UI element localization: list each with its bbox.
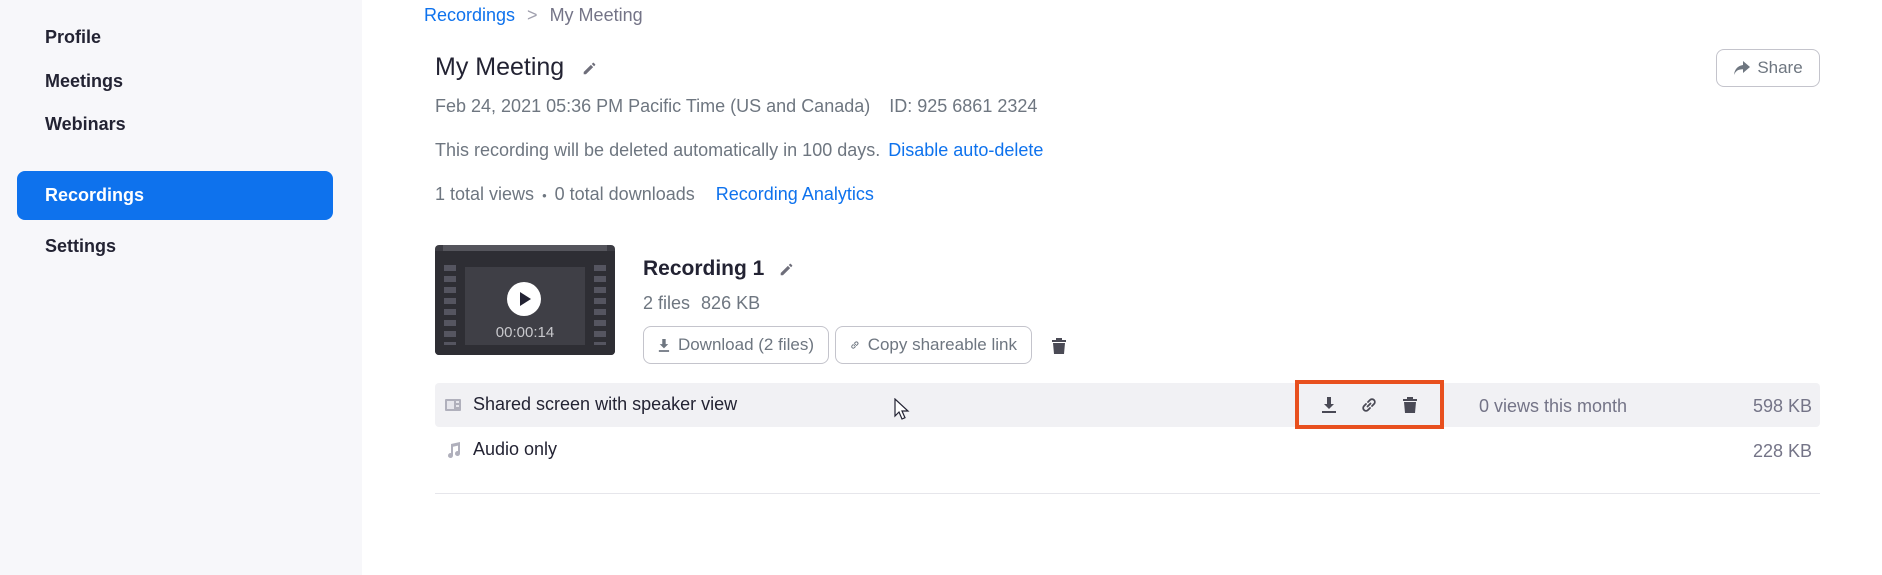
stats-dot: • <box>542 188 547 203</box>
file-views: 0 views this month <box>1479 396 1628 416</box>
share-label: Share <box>1757 58 1803 77</box>
main-content: Recordings > My Meeting My Meeting Share F… <box>362 0 1882 575</box>
file-size: 598 KB <box>1752 396 1812 416</box>
recording-file-count: 2 files <box>643 293 691 313</box>
sidebar-item-meetings[interactable]: Meetings <box>17 57 333 106</box>
recording-title-row: Recording 1 <box>643 257 796 281</box>
file-name[interactable]: Shared screen with speaker view <box>473 394 737 415</box>
file-name[interactable]: Audio only <box>473 439 557 460</box>
disable-auto-delete-link[interactable]: Disable auto-delete <box>888 140 1043 160</box>
recording-title: Recording 1 <box>643 257 765 280</box>
recording-thumbnail[interactable]: 00:00:14 <box>435 245 615 355</box>
copy-link-label: Copy shareable link <box>867 335 1017 354</box>
total-downloads: 0 total downloads <box>554 184 695 204</box>
download-icon <box>658 339 670 352</box>
mouse-cursor-icon <box>894 398 910 420</box>
meeting-title: My Meeting <box>435 53 565 81</box>
sidebar-item-recordings[interactable]: Recordings <box>17 171 333 220</box>
download-all-button[interactable]: Download (2 files) <box>643 326 829 364</box>
stats-row: 1 total views • 0 total downloads Record… <box>435 184 874 205</box>
breadcrumb-recordings-link[interactable]: Recordings <box>424 5 515 25</box>
sidebar: Profile Meetings Webinars Recordings Set… <box>0 0 362 575</box>
sidebar-item-profile[interactable]: Profile <box>17 13 333 62</box>
breadcrumb: Recordings > My Meeting <box>424 5 643 26</box>
file-row-shared-screen[interactable]: Shared screen with speaker view 0 views … <box>435 380 1820 429</box>
breadcrumb-current: My Meeting <box>549 5 643 25</box>
auto-delete-row: This recording will be deleted automatic… <box>435 140 1043 161</box>
meeting-id: ID: 925 6861 2324 <box>889 96 1038 116</box>
meeting-datetime: Feb 24, 2021 05:36 PM Pacific Time (US a… <box>435 96 871 116</box>
file-row-audio-only[interactable]: Audio only 228 KB <box>435 428 1820 472</box>
music-note-icon <box>448 442 461 459</box>
page-title: My Meeting <box>435 53 599 82</box>
delete-recording-trash-icon[interactable] <box>1051 337 1067 355</box>
share-arrow-icon <box>1734 61 1751 75</box>
recording-summary: 2 files 826 KB <box>643 293 760 314</box>
breadcrumb-separator: > <box>527 5 538 25</box>
sidebar-item-webinars[interactable]: Webinars <box>17 100 333 149</box>
copy-shareable-link-button[interactable]: Copy shareable link <box>835 326 1032 364</box>
share-button[interactable]: Share <box>1716 49 1820 87</box>
download-all-label: Download (2 files) <box>677 335 814 354</box>
file-copy-link-icon[interactable] <box>1358 394 1380 416</box>
meeting-info: Feb 24, 2021 05:36 PM Pacific Time (US a… <box>435 96 1037 117</box>
file-actions-highlighted <box>1295 380 1444 429</box>
recording-analytics-link[interactable]: Recording Analytics <box>716 184 874 204</box>
sidebar-item-settings[interactable]: Settings <box>17 222 333 271</box>
total-views: 1 total views <box>435 184 535 204</box>
recording-total-size: 826 KB <box>701 293 761 313</box>
file-size: 228 KB <box>1752 441 1812 461</box>
link-icon <box>851 341 859 349</box>
auto-delete-notice: This recording will be deleted automatic… <box>435 140 881 160</box>
divider <box>435 493 1820 494</box>
file-download-icon[interactable] <box>1318 394 1340 416</box>
file-delete-trash-icon[interactable] <box>1399 394 1421 416</box>
edit-recording-pencil-icon[interactable] <box>778 260 796 278</box>
recording-duration: 00:00:14 <box>495 324 555 341</box>
play-icon[interactable] <box>507 282 541 316</box>
edit-title-pencil-icon[interactable] <box>581 59 599 77</box>
video-file-icon <box>445 399 461 411</box>
